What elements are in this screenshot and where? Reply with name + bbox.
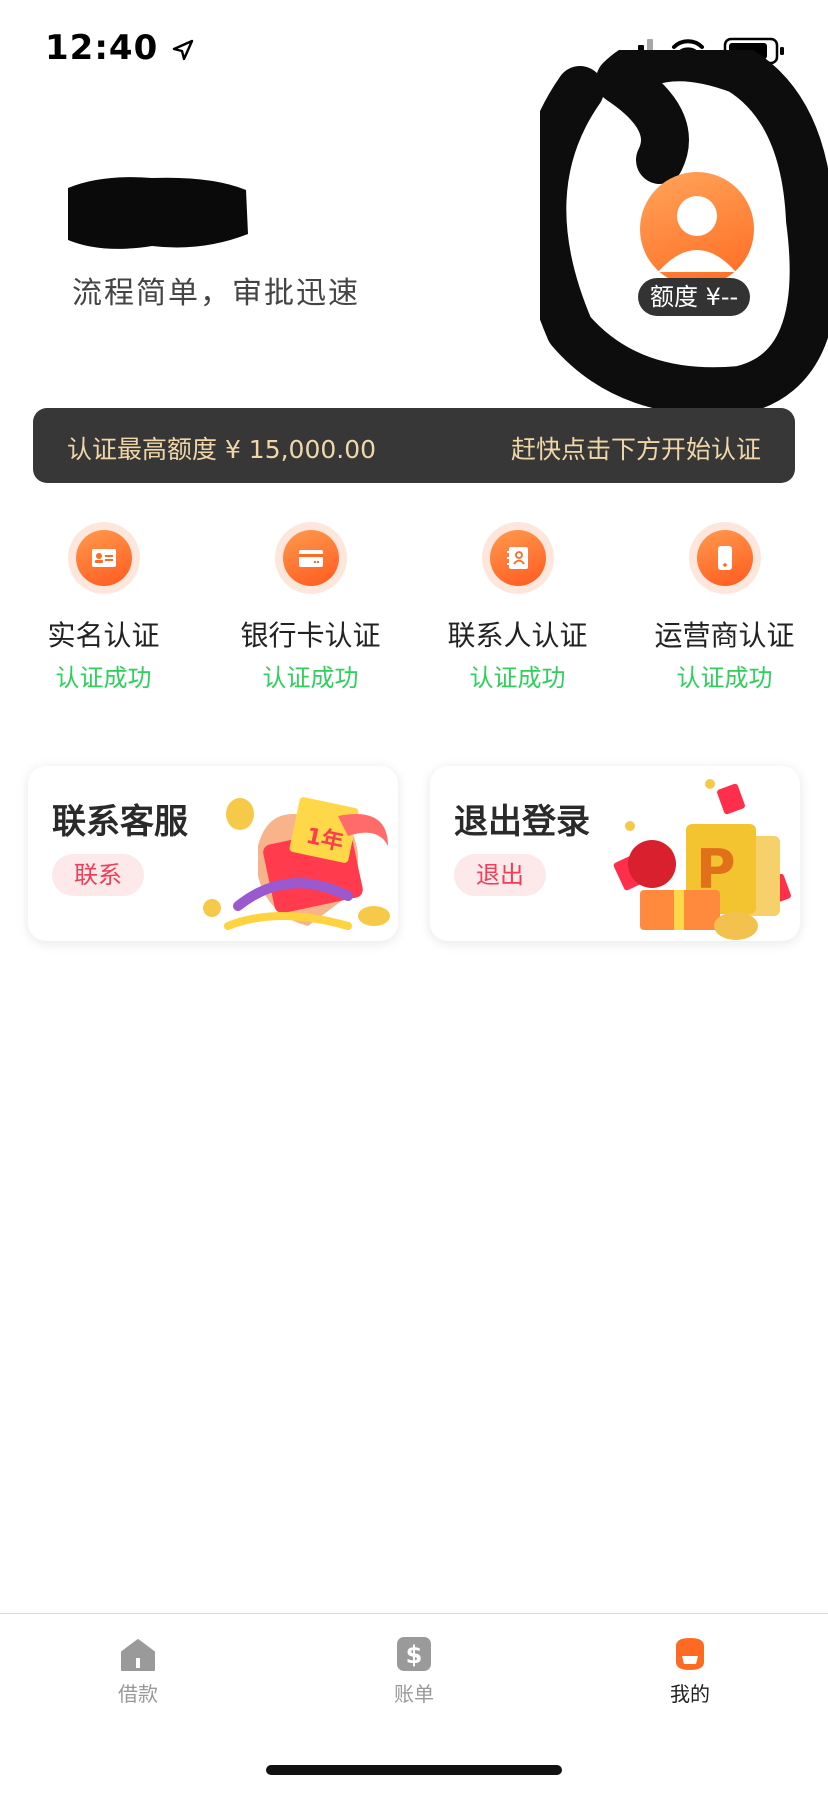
red-envelope-illustration: 1年 — [203, 797, 390, 930]
tab-borrow[interactable]: 借款 — [78, 1624, 198, 1706]
verify-title: 运营商认证 — [654, 619, 795, 652]
tab-label: 我的 — [670, 1682, 710, 1706]
verify-status: 认证成功 — [469, 664, 566, 692]
status-time: 12:40 — [45, 28, 195, 68]
verify-realname[interactable]: 实名认证 认证成功 — [0, 522, 207, 692]
home-icon — [121, 1639, 155, 1671]
card-title: 联系客服 — [52, 802, 188, 842]
location-arrow-icon — [172, 39, 194, 60]
avatar-button[interactable] — [640, 172, 754, 286]
verify-title: 实名认证 — [47, 619, 160, 652]
verify-bankcard[interactable]: 银行卡认证 认证成功 — [207, 522, 414, 692]
quota-badge: 额度 ¥-- — [638, 278, 751, 316]
promo-banner[interactable]: 认证最高额度 ¥ 15,000.00 赶快点击下方开始认证 — [33, 408, 795, 483]
verify-contacts[interactable]: 联系人认证 认证成功 — [414, 522, 621, 692]
banner-cta-text: 赶快点击下方开始认证 — [510, 435, 761, 464]
redacted-name — [68, 177, 248, 249]
banner-max-quota-text: 认证最高额度 ¥ 15,000.00 — [67, 435, 377, 464]
id-card-icon — [92, 549, 116, 567]
verify-carrier[interactable]: 运营商认证 认证成功 — [621, 522, 828, 692]
tab-mine[interactable]: 我的 — [630, 1624, 750, 1706]
customer-service-card[interactable]: 联系客服 联系 1年 — [28, 766, 398, 941]
verify-status: 认证成功 — [55, 664, 152, 692]
card-title: 退出登录 — [454, 802, 590, 842]
slogan: 流程简单，审批迅速 — [72, 276, 360, 311]
tab-bill[interactable]: $ 账单 — [354, 1624, 474, 1706]
bill-dollar-icon: $ — [397, 1637, 431, 1671]
verify-title: 银行卡认证 — [240, 619, 381, 652]
verify-status: 认证成功 — [676, 664, 773, 692]
gift-card-illustration: P — [613, 779, 791, 940]
avatar-icon — [658, 196, 736, 272]
svg-text:$: $ — [406, 1641, 423, 1669]
logout-card[interactable]: 退出登录 退出 P — [430, 766, 800, 941]
bank-card-icon — [299, 550, 323, 567]
tab-label: 账单 — [394, 1682, 434, 1706]
phone-icon — [718, 546, 732, 570]
contacts-icon — [507, 547, 528, 569]
verify-status: 认证成功 — [262, 664, 359, 692]
home-indicator — [266, 1765, 562, 1775]
logout-button[interactable]: 退出 — [454, 854, 546, 896]
profile-icon — [676, 1638, 704, 1670]
contact-button[interactable]: 联系 — [52, 854, 144, 896]
tab-label: 借款 — [118, 1682, 158, 1706]
verify-title: 联系人认证 — [447, 619, 588, 652]
